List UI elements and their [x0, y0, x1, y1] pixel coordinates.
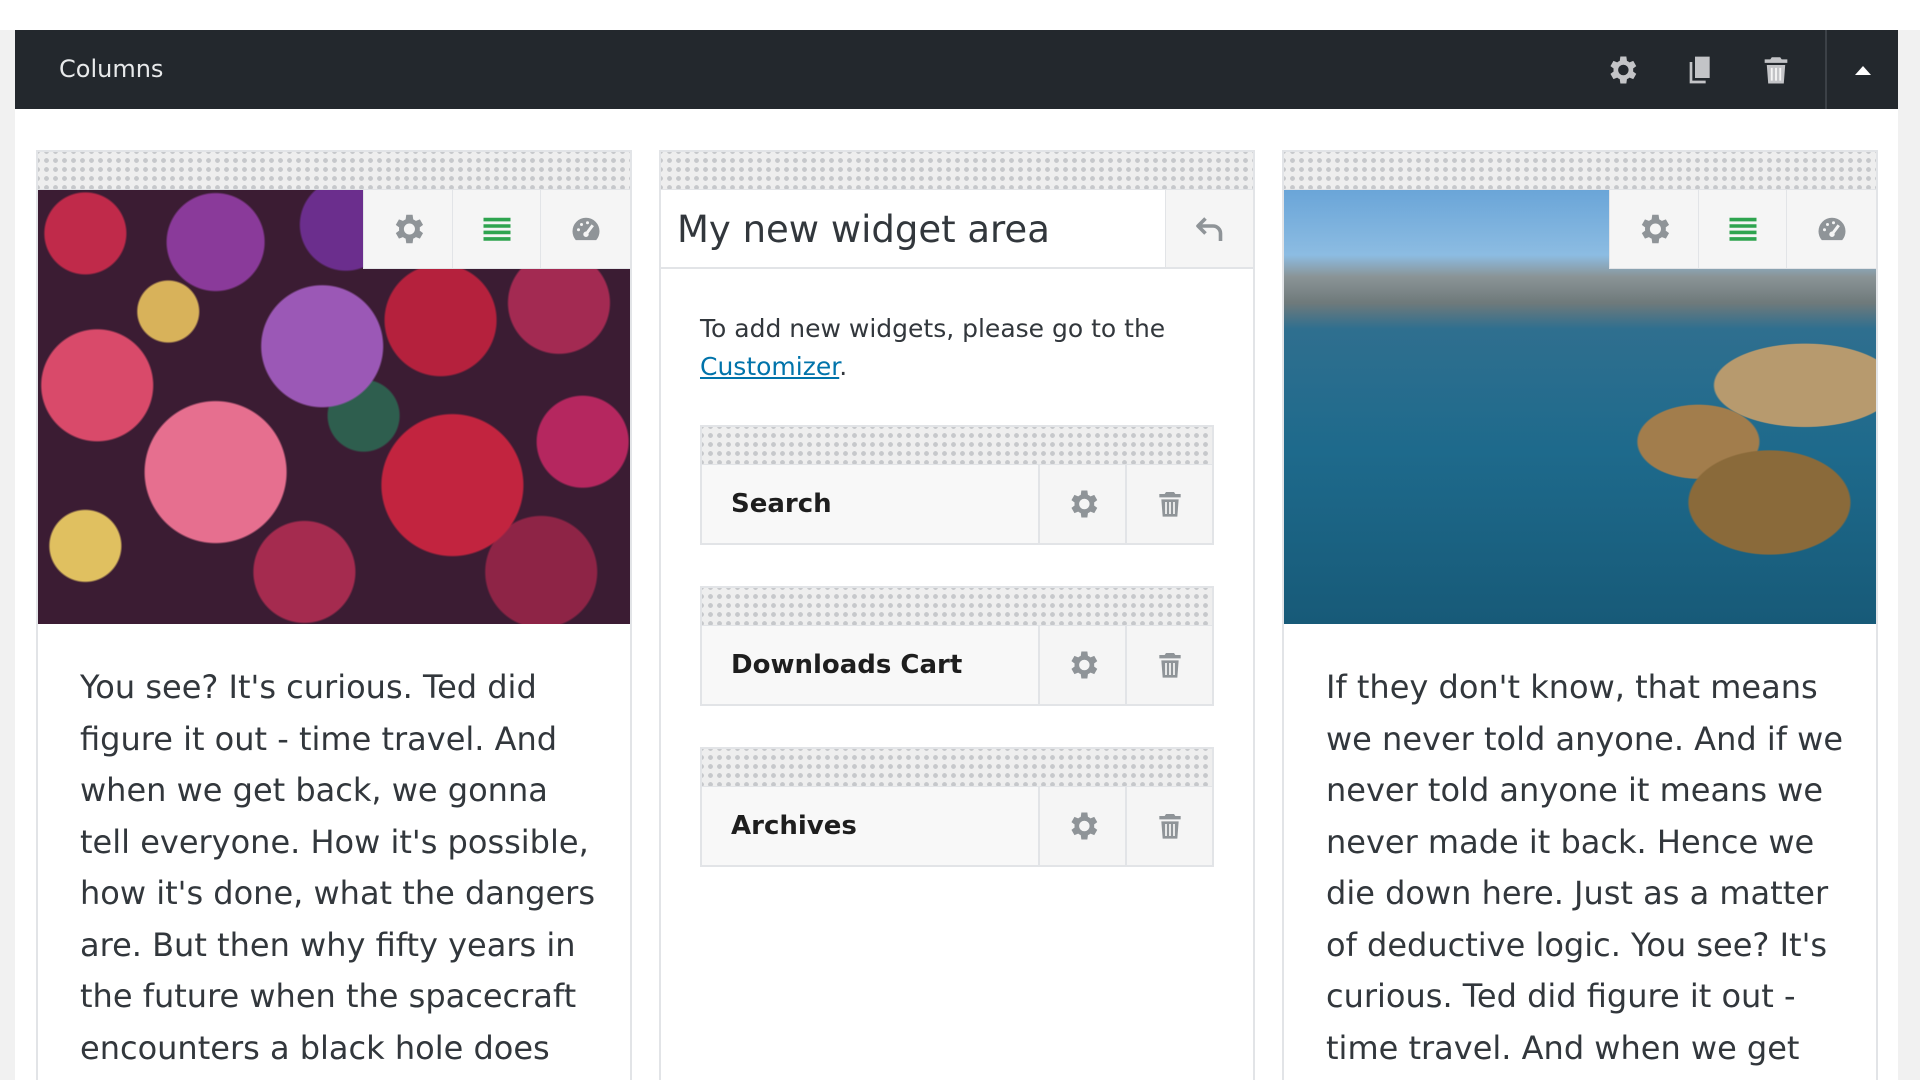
- widget-label[interactable]: Downloads Cart: [731, 626, 962, 704]
- gear-icon: [1065, 647, 1101, 683]
- column-paragraph[interactable]: You see? It's curious. Ted did figure it…: [80, 662, 600, 1074]
- widget-search: Search: [700, 425, 1214, 545]
- duplicate-icon[interactable]: [1681, 52, 1717, 88]
- align-icon[interactable]: [1699, 190, 1788, 268]
- column-paragraph[interactable]: If they don't know, that means we never …: [1326, 662, 1846, 1074]
- trash-icon[interactable]: [1758, 52, 1794, 88]
- gauge-icon[interactable]: [1787, 190, 1876, 268]
- widget-area-note: To add new widgets, please go to the Cus…: [700, 310, 1220, 386]
- flowers-image[interactable]: [38, 190, 630, 624]
- widget-delete-button[interactable]: [1125, 465, 1212, 543]
- widget-area-header: My new widget area: [661, 190, 1253, 269]
- collapse-button[interactable]: [1825, 30, 1898, 109]
- widget-area-title: My new widget area: [677, 208, 1050, 251]
- gear-icon: [1065, 486, 1101, 522]
- note-text: To add new widgets, please go to the: [700, 314, 1166, 343]
- widget-settings-button[interactable]: [1038, 465, 1125, 543]
- widget-delete-button[interactable]: [1125, 787, 1212, 865]
- collapse-up-icon: [1854, 65, 1871, 75]
- customizer-link[interactable]: Customizer: [700, 352, 839, 381]
- column-middle: My new widget area To add new widgets, p…: [659, 150, 1255, 1080]
- trash-icon: [1154, 810, 1186, 842]
- widget-delete-button[interactable]: [1125, 626, 1212, 704]
- block-title: Columns: [59, 55, 164, 83]
- gear-icon[interactable]: [1610, 190, 1699, 268]
- trash-icon: [1154, 649, 1186, 681]
- undo-button[interactable]: [1165, 190, 1253, 267]
- gear-icon[interactable]: [364, 190, 453, 268]
- image-toolbar: [1609, 190, 1876, 269]
- column-right: If they don't know, that means we never …: [1282, 150, 1878, 1080]
- note-suffix: .: [839, 352, 848, 381]
- widget-settings-button[interactable]: [1038, 787, 1125, 865]
- undo-icon: [1192, 211, 1228, 247]
- drag-handle[interactable]: [38, 152, 630, 190]
- widget-drag-handle[interactable]: [702, 427, 1212, 465]
- widget-drag-handle[interactable]: [702, 749, 1212, 787]
- top-strip: [0, 0, 1920, 30]
- drag-handle[interactable]: [1284, 152, 1876, 190]
- widget-settings-button[interactable]: [1038, 626, 1125, 704]
- widget-drag-handle[interactable]: [702, 588, 1212, 626]
- trash-icon: [1154, 488, 1186, 520]
- gear-icon[interactable]: [1604, 52, 1640, 88]
- image-toolbar: [363, 190, 630, 269]
- editor-canvas: Columns You see? It's curious. Ted did f…: [0, 0, 1920, 1080]
- gear-icon: [1065, 808, 1101, 844]
- widget-label[interactable]: Archives: [731, 787, 857, 865]
- coastline-image[interactable]: [1284, 190, 1876, 624]
- drag-handle[interactable]: [661, 152, 1253, 190]
- columns-block-toolbar: Columns: [15, 30, 1898, 109]
- gauge-icon[interactable]: [541, 190, 630, 268]
- widget-archives: Archives: [700, 747, 1214, 867]
- widget-downloads-cart: Downloads Cart: [700, 586, 1214, 706]
- align-icon[interactable]: [453, 190, 542, 268]
- widget-label[interactable]: Search: [731, 465, 832, 543]
- column-left: You see? It's curious. Ted did figure it…: [36, 150, 632, 1080]
